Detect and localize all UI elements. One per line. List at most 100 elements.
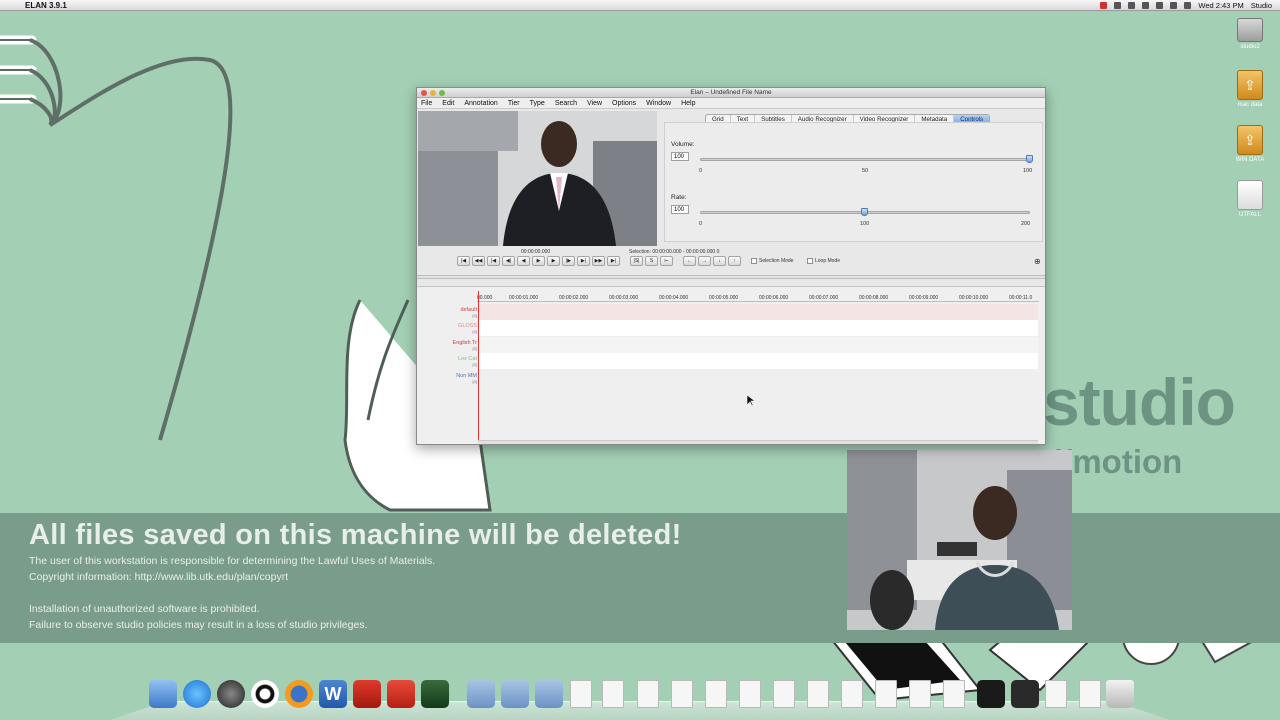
tier-label-default[interactable]: default [0] — [425, 307, 477, 318]
next-frame-button[interactable]: |▶ — [562, 256, 575, 266]
previous-scrollview-button[interactable]: |◀ — [487, 256, 500, 266]
timeline-viewer[interactable]: 00.000 00:00:01.000 00:00:02.000 00:00:0… — [417, 286, 1045, 444]
acrobat-icon[interactable] — [353, 680, 381, 708]
next-pixel-button[interactable]: ▶ — [547, 256, 560, 266]
camera-icon[interactable] — [251, 680, 279, 708]
checkbox-box[interactable] — [751, 258, 757, 264]
toggle-crosshair-button[interactable]: ⊢ — [660, 256, 673, 266]
menu-tier[interactable]: Tier — [508, 98, 520, 108]
document-icon[interactable] — [807, 680, 829, 708]
next-scrollview-button[interactable]: ▶| — [577, 256, 590, 266]
word-icon[interactable]: W — [319, 680, 347, 708]
crossover-icon[interactable] — [387, 680, 415, 708]
panel-splitter[interactable] — [417, 275, 1045, 279]
active-annotation-up-button[interactable]: ↑ — [728, 256, 741, 266]
banner-line: The user of this workstation is responsi… — [29, 555, 436, 567]
minimize-window-icon[interactable] — [430, 90, 436, 96]
clear-selection-button[interactable]: S — [645, 256, 658, 266]
time-ruler[interactable]: 00.000 00:00:01.000 00:00:02.000 00:00:0… — [477, 290, 1039, 302]
active-annotation-right-button[interactable]: → — [698, 256, 711, 266]
usb-drive-icon: ⇪ — [1237, 125, 1263, 155]
volume-slider-thumb[interactable] — [1026, 155, 1033, 163]
previous-second-button[interactable]: ◀◀ — [472, 256, 485, 266]
tier-row-default[interactable] — [478, 304, 1038, 320]
play-button[interactable]: ▶ — [532, 256, 545, 266]
tier-label-non-mm[interactable]: Non MM [0] — [425, 373, 477, 384]
document-icon[interactable] — [739, 680, 761, 708]
go-to-end-button[interactable]: ▶| — [607, 256, 620, 266]
checkbox-box[interactable] — [807, 258, 813, 264]
banner-line: Failure to observe studio policies may r… — [29, 619, 368, 631]
tier-row-gloss[interactable] — [478, 320, 1038, 336]
rate-slider-thumb[interactable] — [861, 208, 868, 216]
menu-annotation[interactable]: Annotation — [464, 98, 497, 108]
document-icon[interactable] — [1079, 680, 1101, 708]
document-icon[interactable] — [773, 680, 795, 708]
document-icon[interactable] — [602, 680, 624, 708]
media-player-video[interactable] — [418, 111, 657, 246]
menu-type[interactable]: Type — [530, 98, 545, 108]
play-selection-button[interactable]: |S| — [630, 256, 643, 266]
desktop-icon-win-data[interactable]: ⇪ WIN DATA — [1228, 125, 1272, 163]
tier-row-lex-cat[interactable] — [478, 353, 1038, 369]
document-icon[interactable] — [875, 680, 897, 708]
volume-value-field[interactable]: 100 — [671, 152, 689, 161]
loop-mode-label: Loop Mode — [815, 258, 841, 264]
document-icon[interactable] — [637, 680, 659, 708]
selection-mode-checkbox[interactable]: Selection Mode — [751, 258, 793, 264]
photo-icon[interactable] — [421, 680, 449, 708]
timeline-horizontal-scrollbar[interactable] — [478, 440, 1038, 444]
finder-icon[interactable] — [149, 680, 177, 708]
ruler-tick-label: 00:00:07.000 — [809, 295, 839, 301]
document-icon[interactable] — [841, 680, 863, 708]
minimized-window-icon[interactable] — [977, 680, 1005, 708]
expand-panel-icon[interactable]: ⊕ — [1034, 257, 1041, 266]
loop-mode-checkbox[interactable]: Loop Mode — [807, 258, 840, 264]
menu-options[interactable]: Options — [612, 98, 636, 108]
document-icon[interactable] — [705, 680, 727, 708]
zoom-window-icon[interactable] — [439, 90, 445, 96]
tier-label-english-tr[interactable]: English Tr [0] — [425, 340, 477, 351]
previous-frame-button[interactable]: ◀| — [502, 256, 515, 266]
menu-edit[interactable]: Edit — [442, 98, 454, 108]
trash-icon[interactable] — [1106, 680, 1134, 708]
document-icon[interactable] — [570, 680, 592, 708]
document-icon[interactable] — [1045, 680, 1067, 708]
document-icon[interactable] — [671, 680, 693, 708]
dvd-player-icon[interactable] — [217, 680, 245, 708]
active-annotation-down-button[interactable]: ↓ — [713, 256, 726, 266]
applications-folder-icon[interactable] — [467, 680, 495, 708]
wallpaper-studio-text: studio — [1043, 365, 1236, 439]
documents-folder-icon[interactable] — [501, 680, 529, 708]
desktop-icon-studio2[interactable]: studio2 — [1228, 14, 1272, 50]
previous-pixel-button[interactable]: ◀ — [517, 256, 530, 266]
timeline-crosshair[interactable] — [478, 291, 479, 444]
app-menu-bar: File Edit Annotation Tier Type Search Vi… — [417, 98, 1045, 109]
minimized-window-icon[interactable] — [1011, 680, 1039, 708]
desktop-icon-mac-data[interactable]: ⇪ mac data — [1228, 70, 1272, 108]
menu-view[interactable]: View — [587, 98, 602, 108]
tier-row-english-tr[interactable] — [478, 337, 1038, 353]
removable-drive-icon — [1237, 180, 1263, 210]
downloads-folder-icon[interactable] — [535, 680, 563, 708]
active-annotation-left-button[interactable]: ← — [683, 256, 696, 266]
menu-search[interactable]: Search — [555, 98, 577, 108]
go-to-begin-button[interactable]: |◀ — [457, 256, 470, 266]
webcam-image — [847, 450, 1072, 630]
tier-label-lex-cat[interactable]: Lex Cat [0] — [425, 356, 477, 367]
firefox-icon[interactable] — [285, 680, 313, 708]
window-titlebar[interactable]: Elan – Undefined File Name — [417, 88, 1045, 98]
warning-banner: All files saved on this machine will be … — [0, 513, 1280, 643]
document-icon[interactable] — [943, 680, 965, 708]
tier-label-gloss[interactable]: GLOSS [0] — [425, 323, 477, 334]
menu-window[interactable]: Window — [646, 98, 671, 108]
rate-value-field[interactable]: 100 — [671, 205, 689, 214]
menu-file[interactable]: File — [421, 98, 432, 108]
desktop-icon-utfall[interactable]: UTFALL — [1228, 180, 1272, 218]
document-icon[interactable] — [909, 680, 931, 708]
close-window-icon[interactable] — [421, 90, 427, 96]
next-second-button[interactable]: ▶▶ — [592, 256, 605, 266]
volume-slider-track[interactable] — [700, 158, 1030, 161]
menu-help[interactable]: Help — [681, 98, 695, 108]
app-store-icon[interactable] — [183, 680, 211, 708]
